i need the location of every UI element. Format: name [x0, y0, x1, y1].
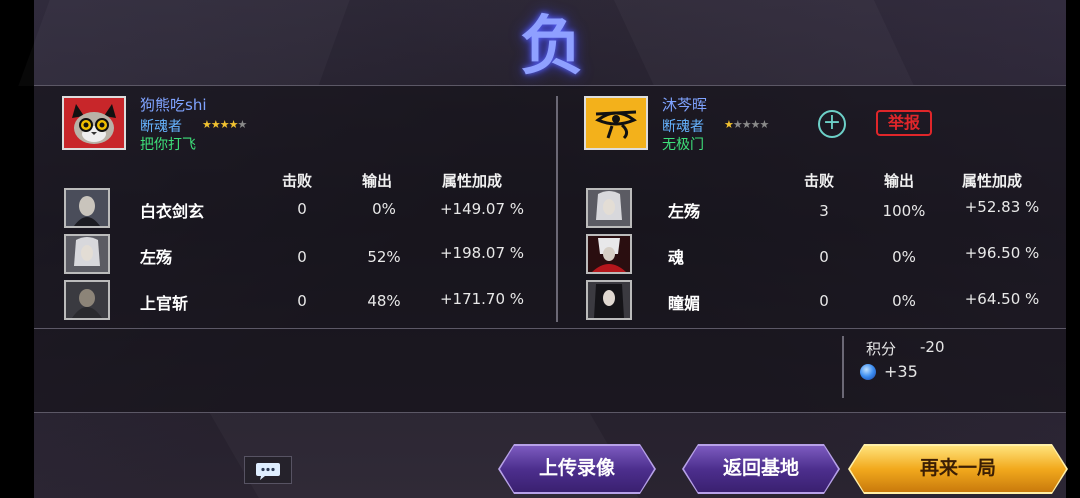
gem-value: +35 — [884, 362, 918, 381]
cat-face-icon — [72, 104, 116, 144]
hero-kills: 0 — [819, 248, 829, 266]
hero-portrait-icon — [588, 236, 630, 272]
right-player-guild: 无极门 — [662, 137, 704, 153]
team-divider — [556, 96, 558, 322]
hero-bonus: +64.50 % — [964, 290, 1040, 308]
hero-portrait-icon — [66, 236, 108, 272]
hero-output: 52% — [367, 248, 401, 266]
left-player-name: 狗熊吃shi — [140, 96, 207, 114]
hero-kills: 0 — [297, 292, 307, 310]
hero-output: 0% — [892, 248, 916, 266]
hero-kills: 3 — [819, 202, 829, 220]
star-empty-icon: ★★★★ — [732, 118, 769, 131]
hero-output: 0% — [892, 292, 916, 310]
left-header-output: 输出 — [362, 172, 393, 190]
star-icon: ★★★★ — [202, 118, 238, 131]
star-empty-icon: ★ — [237, 118, 247, 131]
hero-portrait[interactable] — [586, 280, 632, 320]
left-header-bonus: 属性加成 — [442, 172, 503, 190]
right-header-output: 输出 — [884, 172, 915, 190]
hero-portrait[interactable] — [64, 188, 110, 228]
hero-portrait[interactable] — [64, 234, 110, 274]
hero-name: 左殇 — [140, 248, 173, 267]
eye-of-horus-icon — [595, 110, 637, 140]
right-header-kills: 击败 — [804, 172, 835, 190]
divider-middle — [34, 328, 1066, 329]
chat-button[interactable] — [244, 456, 292, 484]
hero-bonus: +96.50 % — [964, 244, 1040, 262]
right-player-avatar[interactable] — [584, 96, 648, 150]
left-player-guild: 把你打飞 — [140, 137, 196, 153]
hero-name: 魂 — [668, 248, 685, 267]
hero-name: 瞳媚 — [668, 294, 701, 313]
hero-kills: 0 — [297, 248, 307, 266]
hero-name: 白衣剑玄 — [140, 202, 205, 221]
right-player-stars: ★★★★★ — [724, 118, 769, 131]
hero-portrait-icon — [66, 282, 108, 318]
hero-portrait[interactable] — [64, 280, 110, 320]
score-label: 积分 — [866, 340, 897, 358]
star-icon: ★ — [724, 118, 734, 131]
left-player-stars: ★★★★★ — [202, 118, 247, 131]
score-value: -20 — [920, 338, 945, 356]
score-divider — [842, 336, 844, 398]
hero-portrait-icon — [66, 190, 108, 226]
right-player-name: 沐芩晖 — [662, 96, 708, 114]
divider-bottom — [34, 412, 1066, 413]
right-player-role: 断魂者 — [662, 119, 704, 135]
hero-name: 左殇 — [668, 202, 701, 221]
hero-bonus: +171.70 % — [439, 290, 525, 308]
hero-kills: 0 — [297, 200, 307, 218]
hero-portrait[interactable] — [586, 188, 632, 228]
hero-output: 0% — [372, 200, 396, 218]
left-player-role: 断魂者 — [140, 119, 182, 135]
hero-output: 100% — [882, 202, 926, 220]
hero-portrait[interactable] — [586, 234, 632, 274]
bg-facet — [614, 0, 914, 86]
report-button[interactable]: 举报 — [876, 110, 932, 136]
return-base-button[interactable]: 返回基地 — [684, 446, 838, 492]
gem-icon — [860, 364, 876, 380]
hero-bonus: +198.07 % — [439, 244, 525, 262]
right-header-bonus: 属性加成 — [962, 172, 1023, 190]
hero-portrait-icon — [588, 190, 630, 226]
hero-portrait-icon — [588, 282, 630, 318]
bg-facet — [18, 0, 349, 86]
result-title: 负 — [520, 9, 584, 84]
hero-bonus: +52.83 % — [964, 198, 1040, 216]
right-black-bar — [1066, 0, 1080, 498]
hero-output: 48% — [367, 292, 401, 310]
hero-name: 上官斩 — [140, 294, 189, 313]
add-friend-button[interactable]: + — [818, 110, 846, 138]
play-again-button[interactable]: 再来一局 — [850, 446, 1066, 492]
hero-kills: 0 — [819, 292, 829, 310]
left-header-kills: 击败 — [282, 172, 313, 190]
upload-replay-button[interactable]: 上传录像 — [500, 446, 654, 492]
hero-bonus: +149.07 % — [439, 200, 525, 218]
left-player-avatar[interactable] — [62, 96, 126, 150]
chat-bubble-icon — [256, 462, 280, 480]
